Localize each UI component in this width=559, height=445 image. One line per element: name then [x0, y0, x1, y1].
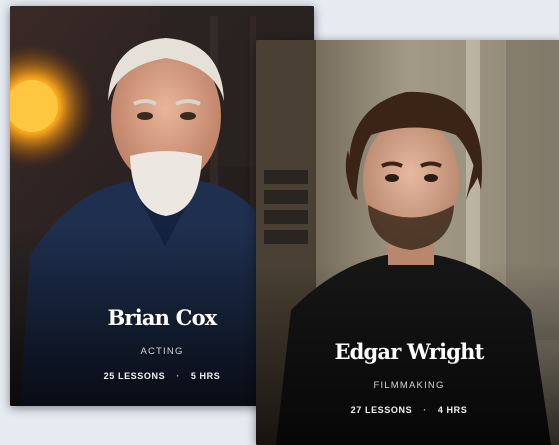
class-category: FILMMAKING: [373, 380, 445, 391]
class-card-edgar-wright[interactable]: Edgar Wright FILMMAKING 27 LESSONS · 4 HRS: [256, 40, 559, 445]
instructor-name: Edgar Wright: [334, 339, 484, 364]
lesson-count: 27 LESSONS: [350, 405, 413, 415]
class-duration: 4 HRS: [437, 405, 468, 415]
class-card-info: Edgar Wright FILMMAKING 27 LESSONS · 4 HRS: [256, 338, 559, 415]
stats-separator: ·: [176, 371, 180, 381]
stats-separator: ·: [423, 405, 427, 415]
class-stats: 27 LESSONS · 4 HRS: [256, 405, 559, 415]
lesson-count: 25 LESSONS: [103, 371, 166, 381]
class-duration: 5 HRS: [190, 371, 221, 381]
